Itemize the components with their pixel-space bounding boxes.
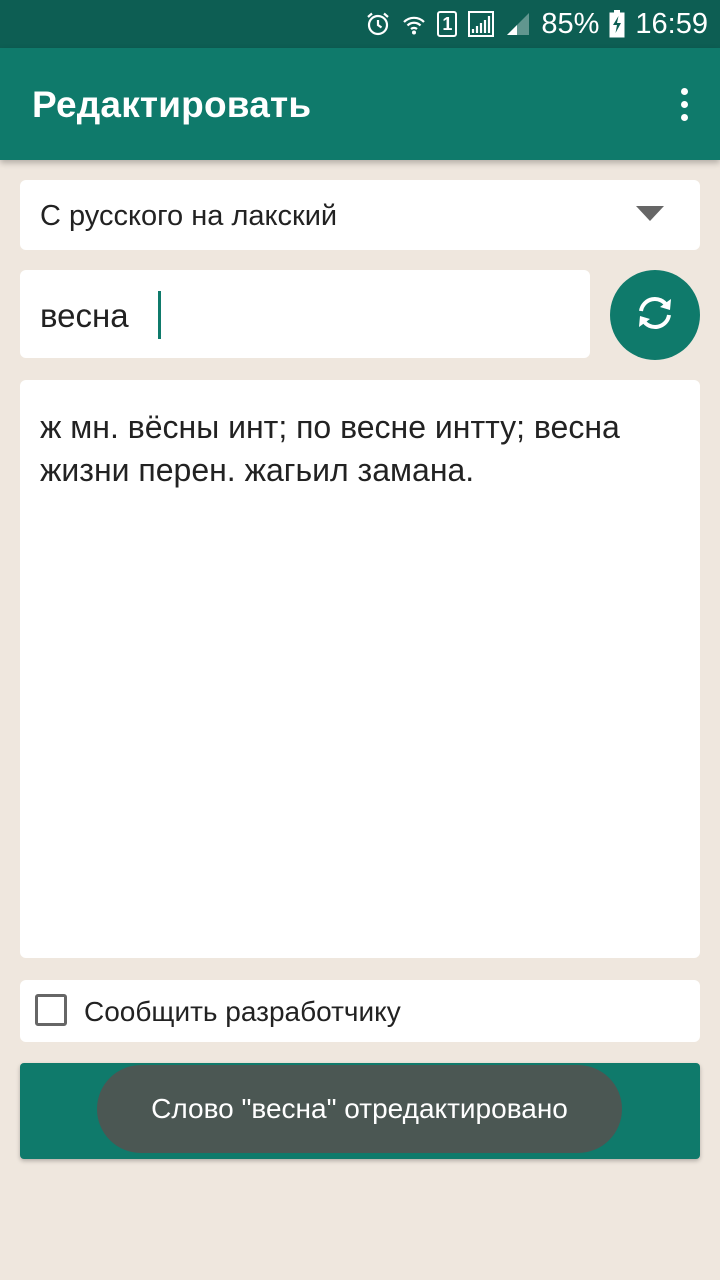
more-vert-icon[interactable] [668,80,700,128]
alarm-icon [365,11,391,37]
signal-icon [467,10,495,38]
battery-percent: 85% [541,7,600,40]
report-checkbox[interactable] [35,994,67,1026]
text-caret [158,291,161,339]
report-label: Сообщить разработчику [84,996,401,1027]
dropdown-arrow-icon [636,206,664,221]
sim-icon: 1 [437,11,458,37]
toast-message: Слово "весна" отредактировано [97,1065,622,1153]
sync-icon [633,291,677,340]
status-bar: 1 85% 16:59 [0,0,720,48]
wifi-icon [401,11,427,37]
translation-card[interactable]: ж мн. вёсны инт; по весне интту; весна ж… [20,380,700,958]
direction-value: С русского на лакский [40,200,338,232]
direction-spinner[interactable]: С русского на лакский [20,180,700,250]
word-input[interactable] [40,294,560,338]
toast-text: Слово "весна" отредактировано [151,1093,568,1124]
translation-text[interactable]: ж мн. вёсны инт; по весне интту; весна ж… [40,406,680,492]
clock: 16:59 [635,7,708,40]
word-input-card [20,270,590,358]
page-title: Редактировать [32,84,312,125]
report-row[interactable]: Сообщить разработчику [20,980,700,1042]
signal-weak-icon [505,11,531,37]
battery-charging-icon [609,10,625,38]
swap-direction-button[interactable] [610,270,700,360]
app-bar: Редактировать [0,48,720,160]
